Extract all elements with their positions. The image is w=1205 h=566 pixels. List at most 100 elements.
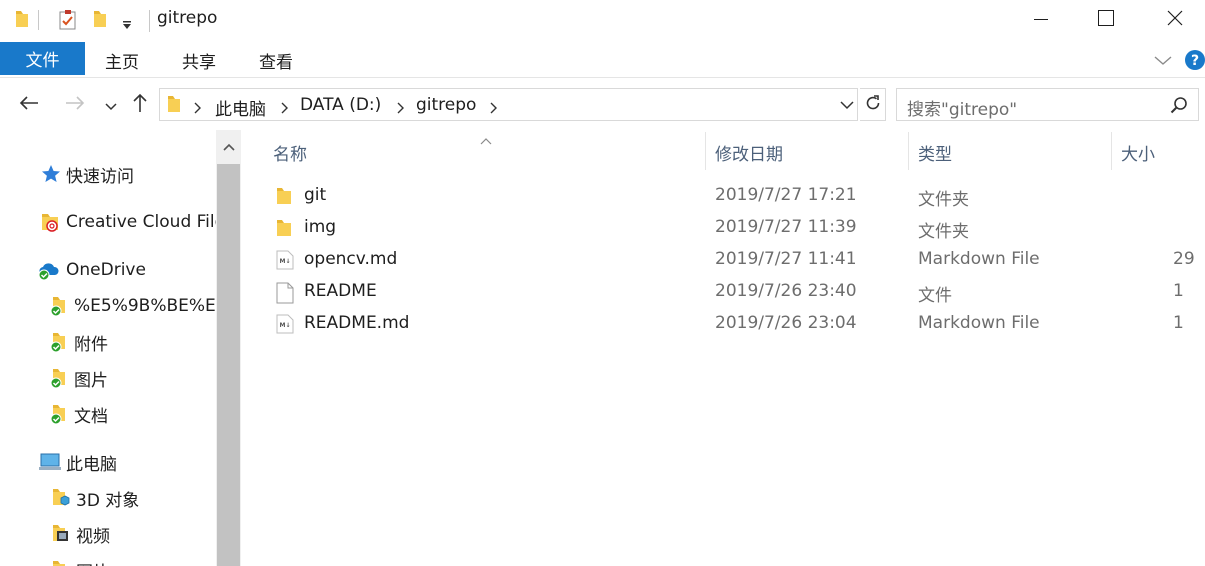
file-name[interactable]: img bbox=[304, 217, 336, 237]
forward-button[interactable] bbox=[62, 92, 88, 118]
column-divider[interactable] bbox=[705, 132, 706, 170]
column-header-size[interactable]: 大小 bbox=[1121, 140, 1155, 165]
svg-text:M↓: M↓ bbox=[280, 258, 291, 265]
blank-file-icon bbox=[276, 282, 294, 308]
breadcrumb-chevron-icon[interactable] bbox=[281, 99, 289, 118]
up-button[interactable] bbox=[127, 92, 153, 118]
file-date: 2019/7/27 11:41 bbox=[715, 249, 857, 269]
recent-locations-button[interactable] bbox=[98, 92, 124, 118]
file-name[interactable]: opencv.md bbox=[304, 249, 397, 269]
file-row-git[interactable]: git 2019/7/27 17:21 文件夹 bbox=[243, 180, 1205, 212]
column-divider[interactable] bbox=[1111, 132, 1112, 170]
nav-videos[interactable]: 视频 bbox=[50, 519, 110, 549]
maximize-icon bbox=[1098, 10, 1114, 30]
nav-item-label: 图片 bbox=[76, 558, 110, 566]
refresh-button[interactable] bbox=[860, 88, 886, 121]
navigation-pane: 快速访问 Creative Cloud Files OneDrive %E5%9… bbox=[0, 130, 216, 566]
column-divider[interactable] bbox=[908, 132, 909, 170]
file-date: 2019/7/27 11:39 bbox=[715, 217, 857, 237]
markdown-file-icon: M↓ bbox=[276, 314, 294, 338]
column-header-date[interactable]: 修改日期 bbox=[715, 140, 783, 165]
scrollbar-thumb[interactable] bbox=[217, 164, 240, 566]
markdown-file-icon: M↓ bbox=[276, 250, 294, 274]
file-row-readme-md[interactable]: M↓ README.md 2019/7/26 23:04 Markdown Fi… bbox=[243, 308, 1205, 340]
close-icon bbox=[1167, 10, 1183, 30]
onedrive-icon bbox=[36, 259, 62, 281]
file-type: 文件夹 bbox=[918, 190, 969, 210]
search-box[interactable]: 搜索"gitrepo" bbox=[896, 88, 1199, 121]
breadcrumb-chevron-icon[interactable] bbox=[490, 99, 498, 118]
folder-icon bbox=[167, 94, 181, 118]
new-folder-icon[interactable] bbox=[92, 9, 108, 33]
file-row-opencv-md[interactable]: M↓ opencv.md 2019/7/27 11:41 Markdown Fi… bbox=[243, 244, 1205, 276]
tab-view[interactable]: 查看 bbox=[259, 42, 293, 78]
nav-item-label: 文档 bbox=[74, 406, 108, 427]
search-input[interactable]: 搜索"gitrepo" bbox=[907, 95, 1017, 120]
file-name[interactable]: README.md bbox=[304, 313, 409, 333]
qa-divider bbox=[38, 10, 39, 30]
navigation-scrollbar[interactable] bbox=[216, 130, 241, 566]
tab-home[interactable]: 主页 bbox=[105, 42, 139, 78]
breadcrumb-chevron-icon[interactable] bbox=[194, 99, 202, 118]
column-header-name[interactable]: 名称 bbox=[273, 140, 307, 165]
nav-quick-access[interactable]: 快速访问 bbox=[40, 159, 134, 189]
nav-item-label: 附件 bbox=[74, 334, 108, 355]
nav-onedrive-pictures[interactable]: 图片 bbox=[48, 363, 108, 393]
breadcrumb-drive[interactable]: DATA (D:) bbox=[300, 95, 381, 115]
tab-file[interactable]: 文件 bbox=[0, 42, 85, 75]
breadcrumb-this-pc[interactable]: 此电脑 bbox=[215, 95, 266, 120]
video-folder-icon bbox=[50, 523, 72, 545]
file-list: 名称 修改日期 类型 大小 git 2019/7/27 17:21 文件夹 im… bbox=[243, 130, 1205, 566]
back-button[interactable] bbox=[16, 92, 42, 118]
star-icon bbox=[40, 163, 62, 185]
tab-share[interactable]: 共享 bbox=[182, 42, 216, 78]
scroll-up-button[interactable] bbox=[216, 130, 241, 160]
nav-creative-cloud-files[interactable]: Creative Cloud Files bbox=[40, 207, 216, 237]
search-icon[interactable] bbox=[1170, 96, 1188, 118]
address-history-button[interactable] bbox=[835, 88, 859, 121]
nav-this-pc[interactable]: 此电脑 bbox=[38, 447, 117, 477]
file-row-readme[interactable]: README 2019/7/26 23:40 文件 1 bbox=[243, 276, 1205, 308]
back-arrow-icon bbox=[19, 95, 39, 115]
properties-icon[interactable] bbox=[58, 9, 78, 35]
window-title: gitrepo bbox=[157, 8, 218, 28]
3d-objects-icon bbox=[50, 487, 72, 509]
close-button[interactable] bbox=[1152, 0, 1198, 40]
nav-item-label: %E5%9B%BE%E7%89%87 bbox=[74, 296, 216, 316]
expand-ribbon-chevron-icon[interactable] bbox=[1154, 52, 1172, 71]
breadcrumb-chevron-icon[interactable] bbox=[397, 99, 405, 118]
nav-onedrive-documents[interactable]: 文档 bbox=[48, 399, 108, 429]
maximize-button[interactable] bbox=[1083, 0, 1129, 40]
nav-pictures[interactable]: 图片 bbox=[50, 555, 110, 566]
file-date: 2019/7/26 23:04 bbox=[715, 313, 857, 333]
file-row-img[interactable]: img 2019/7/27 11:39 文件夹 bbox=[243, 212, 1205, 244]
column-header-type[interactable]: 类型 bbox=[918, 140, 952, 165]
nav-item-label: 视频 bbox=[76, 526, 110, 547]
nav-onedrive-attachments[interactable]: 附件 bbox=[48, 327, 108, 357]
nav-3d-objects[interactable]: 3D 对象 bbox=[50, 483, 139, 513]
pictures-folder-icon bbox=[50, 559, 72, 566]
file-name[interactable]: README bbox=[304, 281, 377, 301]
nav-item-label: 3D 对象 bbox=[76, 490, 140, 511]
address-bar[interactable]: 此电脑 DATA (D:) gitrepo bbox=[159, 88, 858, 121]
help-icon[interactable]: ? bbox=[1184, 49, 1205, 75]
chevron-down-icon bbox=[105, 96, 117, 115]
minimize-button[interactable] bbox=[1018, 0, 1064, 40]
sort-ascending-icon bbox=[480, 130, 492, 149]
file-name[interactable]: git bbox=[304, 185, 326, 205]
nav-item-label: 快速访问 bbox=[66, 166, 134, 187]
folder-icon bbox=[276, 219, 292, 241]
folder-icon bbox=[276, 187, 292, 209]
file-type: Markdown File bbox=[918, 313, 1040, 333]
folder-icon bbox=[14, 9, 30, 33]
nav-item-label: 此电脑 bbox=[66, 454, 117, 475]
nav-onedrive[interactable]: OneDrive bbox=[36, 255, 146, 285]
nav-item-label: OneDrive bbox=[66, 260, 146, 280]
customize-toolbar-icon[interactable] bbox=[121, 16, 133, 35]
breadcrumb-gitrepo[interactable]: gitrepo bbox=[416, 95, 476, 115]
file-size: 1 bbox=[1173, 281, 1184, 301]
nav-onedrive-folder[interactable]: %E5%9B%BE%E7%89%87 bbox=[48, 291, 216, 321]
folder-synced-icon bbox=[48, 367, 70, 389]
title-bar: gitrepo bbox=[0, 0, 1205, 40]
file-date: 2019/7/26 23:40 bbox=[715, 281, 857, 301]
